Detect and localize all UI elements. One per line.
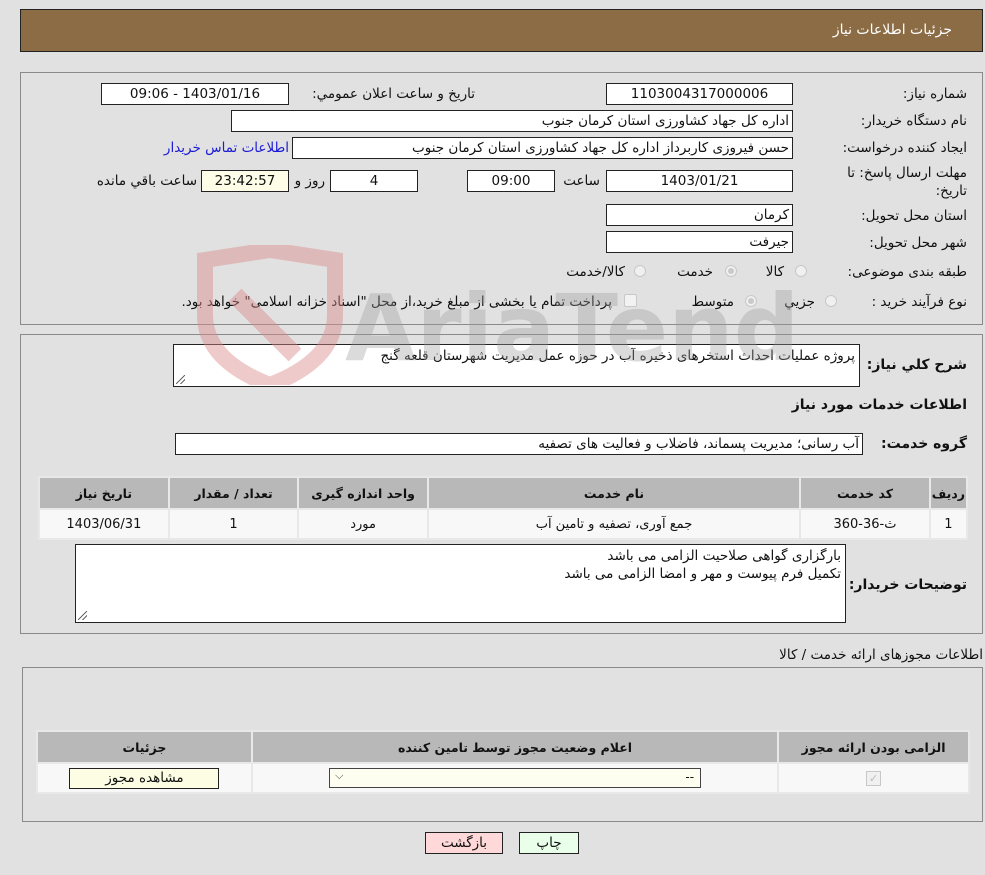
services-title: اطلاعات خدمات مورد نياز	[791, 397, 967, 413]
need-number-label: شماره نیاز:	[902, 86, 967, 102]
col-row: رديف	[930, 478, 966, 508]
services-table-wrapper: رديف کد خدمت نام خدمت واحد اندازه گيری ت…	[38, 476, 968, 540]
summary-textarea[interactable]: پروژه عملیات احداث استخرهای ذخیره آب در …	[173, 344, 860, 387]
province-field: کرمان	[606, 204, 793, 226]
creator-field: حسن فیروزی کاربرداز اداره کل جهاد کشاورز…	[292, 137, 793, 159]
service-group-field: آب رسانی؛ مدیریت پسماند، فاضلاب و فعالیت…	[175, 433, 863, 455]
process-option-medium: متوسط	[691, 294, 734, 310]
category-radio-goods[interactable]	[795, 265, 807, 277]
service-group-label: گروه خدمت:	[881, 436, 967, 452]
buyer-notes-textarea[interactable]: بارگزاری گواهی صلاحیت الزامی می باشد تکم…	[75, 544, 846, 623]
category-label: طبقه بندی موضوعی:	[847, 264, 967, 280]
col-permit-status: اعلام وضعيت مجوز توسط تامين کننده	[252, 732, 778, 762]
page-title: جزئیات اطلاعات نیاز	[832, 22, 952, 38]
permit-status-value: --	[685, 770, 695, 784]
services-table: رديف کد خدمت نام خدمت واحد اندازه گيری ت…	[38, 476, 968, 540]
treasury-checkbox[interactable]	[624, 294, 637, 307]
col-permit-details: جزئيات	[38, 732, 251, 762]
col-service-name: نام خدمت	[428, 478, 800, 508]
cell-unit: مورد	[299, 510, 427, 538]
cell-service-name: جمع آوری، تصفیه و تامین آب	[428, 510, 800, 538]
process-radio-minor[interactable]	[825, 295, 837, 307]
back-button[interactable]: بازگشت	[425, 832, 503, 854]
resize-grip-icon[interactable]	[78, 611, 87, 620]
category-option-goods: کالا	[765, 264, 784, 280]
resize-grip-icon[interactable]	[176, 375, 185, 384]
category-radio-goods-service[interactable]	[634, 265, 646, 277]
cell-quantity: 1	[169, 510, 298, 538]
cell-permit-details: مشاهده مجوز	[38, 764, 251, 792]
category-option-goods-service: کالا/خدمت	[566, 264, 625, 280]
days-label: روز و	[294, 173, 325, 189]
permits-title: اطلاعات مجوزهای ارائه خدمت / کالا	[779, 647, 983, 663]
view-permit-button[interactable]: مشاهده مجوز	[69, 767, 220, 789]
permits-table-wrapper: الزامی بودن ارائه مجوز اعلام وضعيت مجوز …	[36, 730, 970, 794]
announce-label: تاريخ و ساعت اعلان عمومي:	[312, 86, 475, 102]
days-remaining-field: 4	[330, 170, 418, 192]
print-button[interactable]: چاپ	[519, 832, 579, 854]
cell-permit-status: -- ⌵	[252, 764, 778, 792]
permits-table: الزامی بودن ارائه مجوز اعلام وضعيت مجوز …	[36, 730, 970, 794]
col-unit: واحد اندازه گيری	[299, 478, 427, 508]
col-permit-required: الزامی بودن ارائه مجوز	[779, 732, 968, 762]
remaining-time-field: 23:42:57	[201, 170, 289, 192]
buyer-org-field: اداره کل جهاد کشاورزی استان کرمان جنوب	[231, 110, 793, 132]
buyer-notes-line-1: بارگزاری گواهی صلاحیت الزامی می باشد	[607, 548, 841, 564]
col-quantity: تعداد / مقدار	[169, 478, 298, 508]
process-radio-medium[interactable]	[745, 295, 757, 307]
buyer-notes-line-2: تکمیل فرم پیوست و مهر و امضا الزامی می ب…	[564, 566, 841, 582]
process-option-minor: جزيي	[784, 294, 815, 310]
process-label: نوع فرآيند خريد :	[871, 294, 967, 310]
permit-required-checkbox: ✓	[866, 770, 882, 786]
col-need-date: تاريخ نياز	[40, 478, 168, 508]
creator-label: ايجاد کننده درخواست:	[842, 140, 967, 156]
deadline-time-field: 09:00	[467, 170, 555, 192]
deadline-label: مهلت ارسال پاسخ: تا تاريخ:	[847, 165, 967, 199]
treasury-note: پرداخت تمام يا بخشی از مبلغ خريد،از محل …	[181, 294, 612, 310]
city-label: شهر محل تحويل:	[869, 235, 967, 251]
table-row: ✓ -- ⌵ مشاهده مجوز	[38, 764, 968, 792]
deadline-date-field: 1403/01/21	[606, 170, 793, 192]
services-table-header: رديف کد خدمت نام خدمت واحد اندازه گيری ت…	[40, 478, 966, 508]
cell-service-code: ث-36-360	[801, 510, 929, 538]
remaining-time-label: ساعت باقي مانده	[96, 173, 197, 189]
announce-field: 1403/01/16 - 09:06	[101, 83, 289, 105]
table-row: 1 ث-36-360 جمع آوری، تصفیه و تامین آب مو…	[40, 510, 966, 538]
chevron-down-icon: ⌵	[335, 769, 344, 782]
summary-text: پروژه عملیات احداث استخرهای ذخیره آب در …	[380, 348, 855, 364]
buyer-org-label: نام دستگاه خريدار:	[860, 113, 967, 129]
buyer-notes-label: توضيحات خريدار:	[848, 577, 967, 593]
col-service-code: کد خدمت	[801, 478, 929, 508]
cell-need-date: 1403/06/31	[40, 510, 168, 538]
permits-table-header: الزامی بودن ارائه مجوز اعلام وضعيت مجوز …	[38, 732, 968, 762]
summary-label: شرح کلي نياز:	[866, 357, 967, 373]
permit-status-select[interactable]: -- ⌵	[329, 768, 702, 788]
cell-permit-required: ✓	[779, 764, 968, 792]
category-radio-service[interactable]	[725, 265, 737, 277]
buyer-contact-link[interactable]: اطلاعات تماس خريدار	[164, 140, 289, 156]
cell-row: 1	[930, 510, 966, 538]
category-option-service: خدمت	[677, 264, 713, 280]
need-number-field: 1103004317000006	[606, 83, 793, 105]
page-header: جزئیات اطلاعات نیاز	[20, 9, 983, 52]
province-label: استان محل تحويل:	[861, 208, 967, 224]
city-field: جيرفت	[606, 231, 793, 253]
deadline-time-label: ساعت	[563, 173, 600, 189]
